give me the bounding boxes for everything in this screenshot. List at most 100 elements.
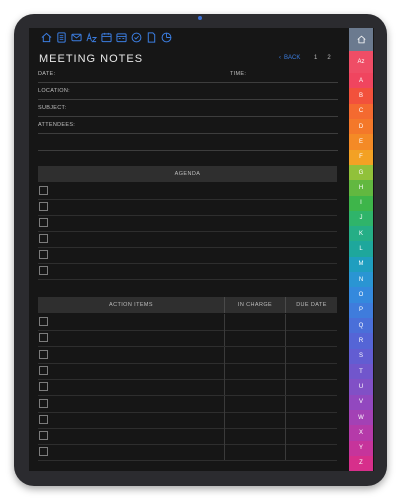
- tab-letter-o[interactable]: O: [349, 287, 373, 303]
- front-camera: [198, 16, 202, 20]
- tab-letter-e[interactable]: E: [349, 134, 373, 150]
- agenda-row[interactable]: [38, 231, 337, 248]
- page-1-link[interactable]: 1: [314, 55, 317, 61]
- action-item-checkbox[interactable]: [39, 382, 48, 392]
- location-label: LOCATION:: [38, 88, 70, 94]
- action-item-row[interactable]: [38, 314, 337, 331]
- column-divider: [285, 330, 286, 347]
- planner-page: MEETING NOTES ‹ BACK 1 2 DATE: TIME: LOCA…: [29, 28, 374, 471]
- action-item-checkbox[interactable]: [39, 447, 48, 457]
- tab-letter-a[interactable]: A: [349, 73, 373, 89]
- action-item-row[interactable]: [38, 346, 337, 364]
- agenda-checkbox[interactable]: [39, 266, 48, 275]
- attendees-label: ATTENDEES:: [38, 122, 76, 128]
- tab-letter-w[interactable]: W: [349, 409, 373, 426]
- tab-letter-c[interactable]: C: [349, 103, 373, 119]
- action-item-checkbox[interactable]: [39, 431, 48, 441]
- agenda-checkbox[interactable]: [39, 202, 48, 211]
- tab-letter-d[interactable]: D: [349, 118, 373, 135]
- notes-icon[interactable]: [55, 30, 67, 44]
- planner-icon[interactable]: [100, 30, 112, 44]
- document-icon[interactable]: [145, 30, 157, 44]
- due-date-col-header: DUE DATE: [296, 302, 327, 308]
- back-link[interactable]: ‹ BACK: [279, 55, 300, 61]
- column-divider: [224, 379, 225, 396]
- az-icon[interactable]: [85, 30, 97, 44]
- column-divider: [285, 314, 286, 330]
- action-item-row[interactable]: [38, 395, 337, 413]
- tab-home[interactable]: [349, 28, 373, 51]
- action-item-checkbox[interactable]: [39, 414, 48, 424]
- action-item-checkbox[interactable]: [39, 398, 48, 408]
- agenda-row[interactable]: [38, 215, 337, 232]
- chevron-left-icon: ‹: [279, 55, 281, 61]
- column-divider: [285, 379, 286, 396]
- tab-letter-t[interactable]: T: [349, 363, 373, 380]
- column-divider: [224, 444, 225, 461]
- agenda-header: AGENDA: [38, 166, 337, 182]
- column-divider: [224, 330, 225, 347]
- agenda-checkbox[interactable]: [39, 250, 48, 259]
- action-item-row[interactable]: [38, 379, 337, 397]
- time-label: TIME:: [230, 71, 247, 77]
- subject-field[interactable]: SUBJECT:: [38, 100, 338, 117]
- agenda-checkbox[interactable]: [39, 234, 48, 243]
- tab-letter-g[interactable]: G: [349, 164, 373, 181]
- column-divider: [285, 362, 286, 379]
- pie-chart-icon[interactable]: [160, 30, 172, 44]
- toolbar: [40, 30, 172, 46]
- mail-icon[interactable]: [70, 30, 82, 44]
- column-divider: [285, 444, 286, 461]
- alphabet-tab-strip: Az ABCDEFGHIJKLMNOPQRSTUVWXYZ: [349, 28, 373, 472]
- tab-letter-s[interactable]: S: [349, 348, 373, 364]
- tab-letter-f[interactable]: F: [349, 149, 373, 165]
- action-item-row[interactable]: [38, 362, 337, 380]
- tab-letter-r[interactable]: R: [349, 333, 373, 349]
- agenda-row[interactable]: [38, 199, 337, 216]
- tab-letter-p[interactable]: P: [349, 302, 373, 318]
- tab-letter-k[interactable]: K: [349, 226, 373, 242]
- column-divider: [224, 346, 225, 363]
- action-item-row[interactable]: [38, 428, 337, 446]
- tab-letter-x[interactable]: X: [349, 425, 373, 441]
- column-divider: [285, 428, 286, 445]
- tab-letter-b[interactable]: B: [349, 88, 373, 104]
- attendees-field[interactable]: ATTENDEES:: [38, 117, 338, 134]
- agenda-divider: [38, 278, 337, 280]
- action-item-row[interactable]: [38, 411, 337, 429]
- home-icon[interactable]: [40, 30, 52, 44]
- tab-letter-l[interactable]: L: [349, 241, 373, 257]
- tab-letter-h[interactable]: H: [349, 180, 373, 196]
- action-item-row[interactable]: [38, 330, 337, 348]
- action-items-header: ACTION ITEMS IN CHARGE DUE DATE: [38, 297, 337, 313]
- action-item-row[interactable]: [38, 444, 337, 462]
- tab-letter-v[interactable]: V: [349, 394, 373, 410]
- calendar-icon[interactable]: [115, 30, 127, 44]
- action-item-checkbox[interactable]: [39, 349, 48, 359]
- column-divider: [224, 314, 225, 330]
- tab-letter-i[interactable]: I: [349, 195, 373, 211]
- check-icon[interactable]: [130, 30, 142, 44]
- column-divider: [285, 411, 286, 428]
- tab-letter-z[interactable]: Z: [349, 455, 373, 472]
- tab-letter-u[interactable]: U: [349, 379, 373, 395]
- location-field[interactable]: LOCATION:: [38, 83, 338, 100]
- agenda-row[interactable]: [38, 183, 337, 200]
- page-title: MEETING NOTES: [39, 53, 144, 65]
- date-time-field[interactable]: DATE: TIME:: [38, 66, 338, 83]
- tab-letter-j[interactable]: J: [349, 210, 373, 227]
- page-switcher: 1 2: [314, 55, 331, 61]
- tab-letter-q[interactable]: Q: [349, 318, 373, 334]
- tab-az-index[interactable]: Az: [349, 51, 373, 73]
- tab-letter-m[interactable]: M: [349, 256, 373, 273]
- action-item-checkbox[interactable]: [39, 365, 48, 375]
- action-item-checkbox[interactable]: [39, 333, 48, 343]
- agenda-row[interactable]: [38, 247, 337, 264]
- agenda-checkbox[interactable]: [39, 186, 48, 195]
- attendees-field-line-2[interactable]: [38, 134, 338, 151]
- tab-letter-y[interactable]: Y: [349, 440, 373, 456]
- page-2-link[interactable]: 2: [327, 55, 330, 61]
- agenda-checkbox[interactable]: [39, 218, 48, 227]
- action-item-checkbox[interactable]: [39, 317, 48, 326]
- tab-letter-n[interactable]: N: [349, 272, 373, 288]
